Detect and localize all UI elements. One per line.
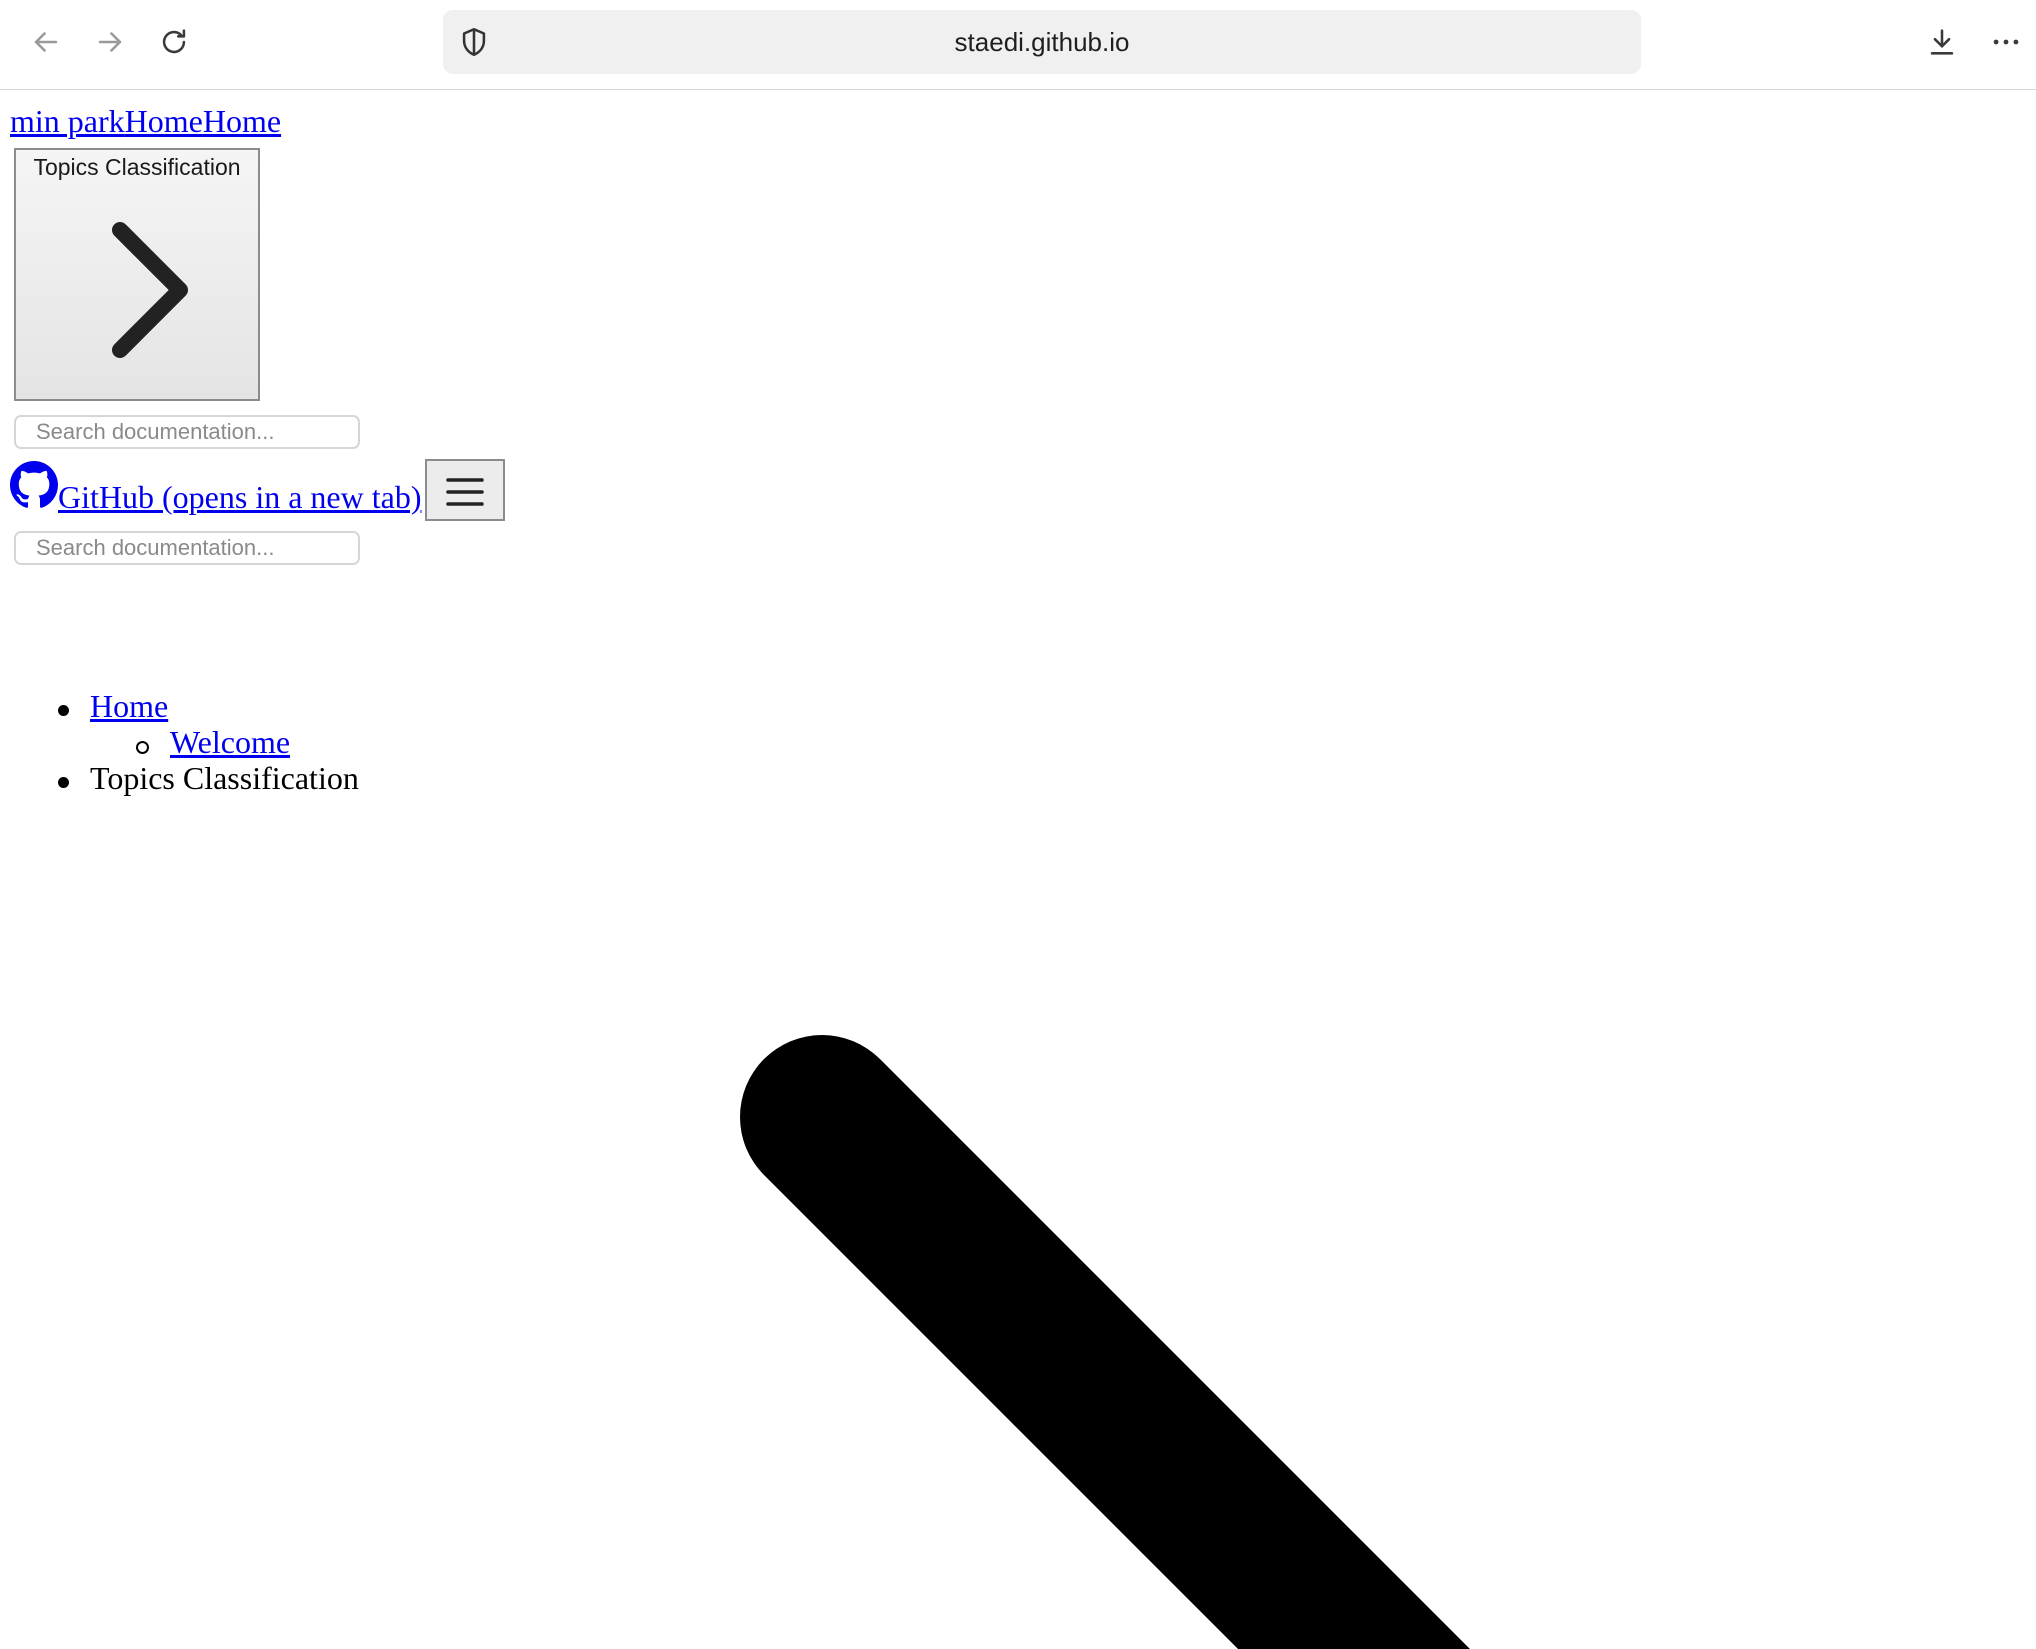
chevron-right-icon <box>112 222 188 358</box>
brand-name: min park <box>10 103 125 139</box>
reload-icon[interactable] <box>152 20 196 64</box>
menu-button[interactable] <box>425 459 505 521</box>
back-arrow-icon[interactable] <box>24 20 68 64</box>
search-input[interactable] <box>14 415 360 449</box>
github-icon[interactable] <box>10 461 58 509</box>
brand-home: Home <box>124 103 203 139</box>
address-bar[interactable]: staedi.github.io <box>443 10 1641 74</box>
brand-home-repeat: Home <box>202 103 282 139</box>
github-link[interactable]: GitHub (opens in a new tab) <box>58 479 421 516</box>
oversized-arrow-icon <box>740 1035 1470 1649</box>
hamburger-icon <box>446 478 484 506</box>
brand-link[interactable]: min parkHomeHome <box>10 103 281 139</box>
topics-classification-button[interactable]: Topics Classification <box>14 148 260 401</box>
nav-item-topics-classification[interactable]: Topics Classification <box>90 760 359 797</box>
more-icon[interactable] <box>1984 20 2028 64</box>
topics-button-label: Topics Classification <box>33 154 241 180</box>
url-text[interactable]: staedi.github.io <box>443 10 1641 74</box>
site-brand: min parkHomeHome <box>10 103 281 140</box>
nav-item-home[interactable]: Home <box>90 688 168 725</box>
forward-arrow-icon[interactable] <box>88 20 132 64</box>
browser-toolbar: staedi.github.io <box>0 0 2036 90</box>
page-content: min parkHomeHome Topics Classification G… <box>0 91 2036 1649</box>
download-icon[interactable] <box>1920 20 1964 64</box>
bullet-icon <box>58 705 69 716</box>
bullet-circle-icon <box>136 741 149 754</box>
search-input-secondary[interactable] <box>14 531 360 565</box>
nav-item-welcome[interactable]: Welcome <box>170 724 290 761</box>
bullet-icon <box>58 777 69 788</box>
